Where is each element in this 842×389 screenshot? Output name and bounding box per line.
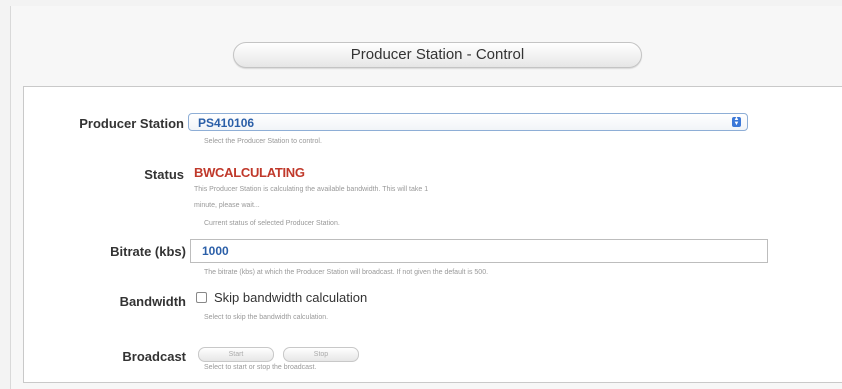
producer-station-value: PS410106 <box>198 116 255 130</box>
page-title: Producer Station - Control <box>233 42 642 68</box>
bitrate-input[interactable]: 1000 <box>190 239 768 263</box>
bitrate-value: 1000 <box>202 244 229 258</box>
start-broadcast-button[interactable]: Start <box>198 347 274 362</box>
broadcast-help: Select to start or stop the broadcast. <box>204 364 317 371</box>
bitrate-help: The bitrate (kbs) at which the Producer … <box>204 269 489 276</box>
bandwidth-help: Select to skip the bandwidth calculation… <box>204 314 329 321</box>
status-value: BWCALCULATING <box>194 165 305 180</box>
producer-station-help: Select the Producer Station to control. <box>204 138 322 145</box>
status-help: Current status of selected Producer Stat… <box>204 220 340 227</box>
skip-bandwidth-checkbox[interactable] <box>196 292 207 303</box>
status-note-line1: This Producer Station is calculating the… <box>194 186 429 193</box>
status-label: Status <box>144 167 184 182</box>
bandwidth-label: Bandwidth <box>119 294 186 309</box>
bitrate-label: Bitrate (kbs) <box>110 244 186 259</box>
producer-station-select[interactable]: PS410106 ▲ ▼ <box>188 113 748 131</box>
select-arrows-icon: ▲ ▼ <box>732 116 741 127</box>
stop-broadcast-button[interactable]: Stop <box>283 347 359 362</box>
producer-station-label: Producer Station <box>79 116 184 131</box>
skip-bandwidth-label[interactable]: Skip bandwidth calculation <box>214 290 367 305</box>
broadcast-label: Broadcast <box>122 349 186 364</box>
status-note-line2: minute, please wait... <box>194 202 260 209</box>
